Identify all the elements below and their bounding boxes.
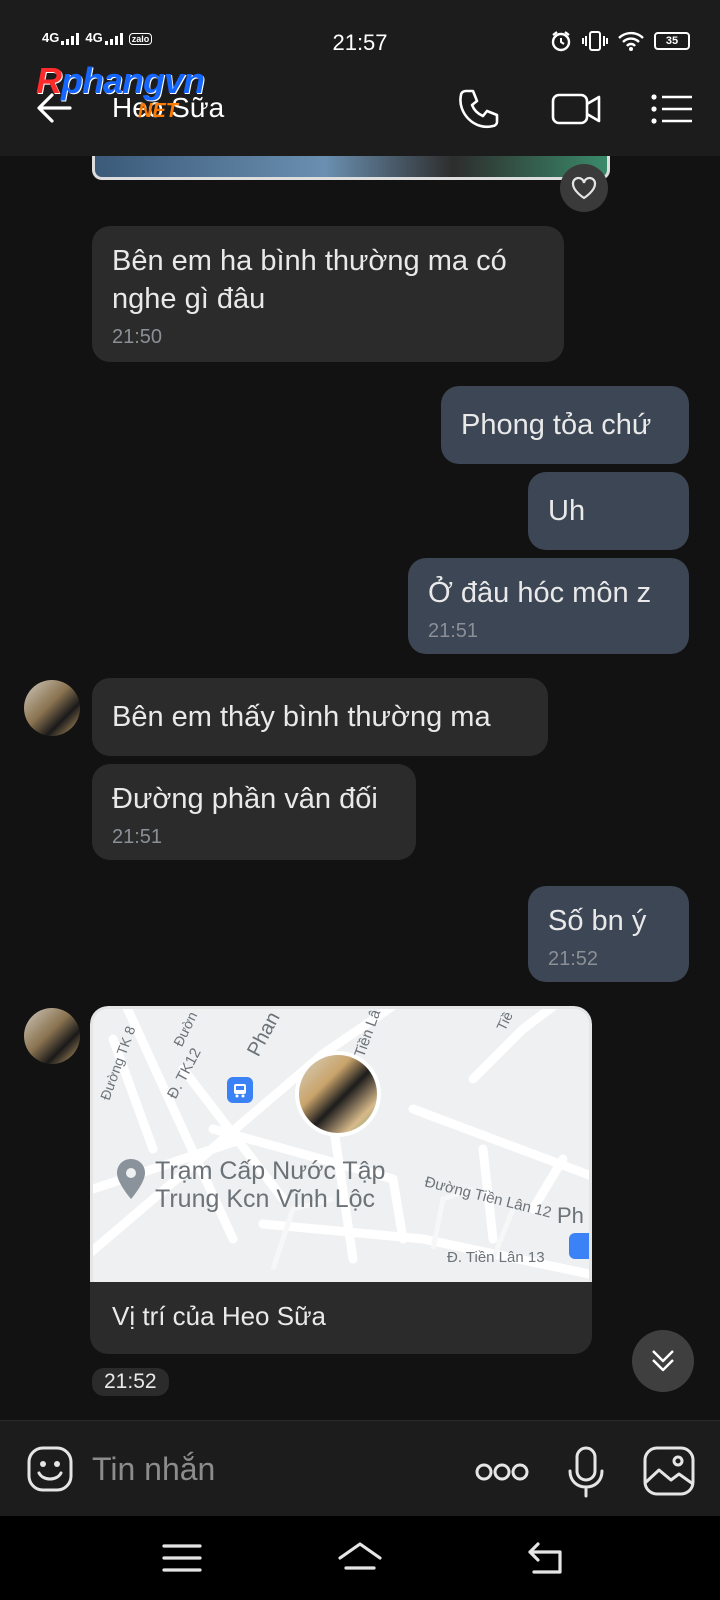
more-options-icon[interactable]	[474, 1445, 530, 1499]
react-button[interactable]	[560, 164, 608, 212]
emoji-icon[interactable]	[26, 1445, 74, 1493]
message-bubble[interactable]: Ở đâu hóc môn z 21:51	[408, 558, 689, 654]
message-bubble[interactable]: Bên em ha bình thường ma có nghe gì đâu …	[92, 226, 564, 362]
vibrate-icon	[582, 31, 608, 51]
image-message[interactable]	[92, 156, 610, 180]
avatar[interactable]	[24, 680, 80, 736]
location-label: Vị trí của Heo Sữa	[112, 1301, 326, 1331]
watermark-main: phangvn	[61, 60, 205, 101]
status-bar: 4G 4G zalo 21:57 35	[0, 0, 720, 60]
back-icon[interactable]	[524, 1538, 572, 1578]
bus-stop-icon	[227, 1077, 253, 1103]
message-text: Đường phần vân đối	[112, 783, 378, 815]
message-text: Uh	[548, 495, 586, 527]
heart-icon	[571, 176, 597, 200]
message-text: Phong tỏa chứ	[461, 409, 652, 441]
bus-stop-icon	[569, 1233, 589, 1259]
message-time: 21:51	[112, 826, 163, 848]
video-call-icon[interactable]	[550, 86, 602, 132]
poi-label-line1: Trạm Cấp Nước Tập	[155, 1157, 386, 1185]
message-bubble[interactable]: Phong tỏa chứ	[441, 386, 689, 464]
map-roads	[93, 1009, 589, 1279]
recent-apps-icon[interactable]	[158, 1538, 206, 1578]
message-text: Ở đâu hóc môn z	[428, 577, 652, 609]
watermark-logo: Rphangvn	[36, 60, 205, 102]
avatar[interactable]	[24, 1008, 80, 1064]
home-icon[interactable]	[336, 1538, 384, 1578]
message-time: 21:52	[92, 1368, 169, 1396]
poi-label: Trạm Cấp Nước Tập Trung Kcn Vĩnh Lộc	[155, 1157, 385, 1213]
location-message[interactable]: Trạm Cấp Nước Tập Trung Kcn Vĩnh Lộc Đườ…	[90, 1006, 592, 1354]
road-label: Đ. Tiền Lân 13	[447, 1249, 545, 1266]
battery-icon: 35	[654, 32, 690, 50]
message-time: 21:51	[428, 620, 479, 642]
battery-level: 35	[665, 35, 679, 47]
composer	[0, 1420, 720, 1516]
message-bubble[interactable]: Đường phần vân đối 21:51	[92, 764, 416, 860]
status-right: 35	[550, 30, 690, 52]
phone-icon[interactable]	[456, 86, 502, 132]
message-time: 21:50	[112, 326, 163, 348]
message-input[interactable]	[92, 1443, 452, 1495]
wifi-icon	[618, 31, 644, 51]
scroll-to-bottom-button[interactable]	[632, 1330, 694, 1392]
message-bubble[interactable]: Uh	[528, 472, 689, 550]
user-location-marker	[295, 1051, 381, 1137]
image-gallery-icon[interactable]	[642, 1445, 696, 1499]
message-list[interactable]: Bên em ha bình thường ma có nghe gì đâu …	[0, 156, 720, 1420]
watermark-net: NET	[138, 100, 178, 122]
message-bubble[interactable]: Số bn ý 21:52	[528, 886, 689, 982]
map-preview[interactable]: Trạm Cấp Nước Tập Trung Kcn Vĩnh Lộc Đườ…	[90, 1006, 592, 1282]
poi-pin-icon	[115, 1157, 147, 1201]
chat-header: Heo Sữa Rphangvn NET	[0, 60, 720, 156]
poi-label-line2: Trung Kcn Vĩnh Lộc	[155, 1185, 376, 1213]
road-label: Ph	[557, 1203, 584, 1228]
message-text: Số bn ý	[548, 905, 647, 937]
message-time: 21:52	[548, 948, 599, 970]
message-text: Bên em ha bình thường ma có nghe gì đâu	[112, 245, 507, 315]
message-bubble[interactable]: Bên em thấy bình thường ma	[92, 678, 548, 756]
microphone-icon[interactable]	[566, 1445, 606, 1499]
chat-screen: 4G 4G zalo 21:57 35 Heo Sữa Rphangvn NET	[0, 0, 720, 1600]
menu-list-icon[interactable]	[650, 86, 694, 132]
double-chevron-down-icon	[652, 1350, 674, 1372]
watermark-r: R	[36, 60, 62, 101]
marker-avatar	[299, 1055, 377, 1133]
system-navigation-bar	[0, 1516, 720, 1600]
message-text: Bên em thấy bình thường ma	[112, 701, 491, 733]
alarm-icon	[551, 31, 571, 52]
